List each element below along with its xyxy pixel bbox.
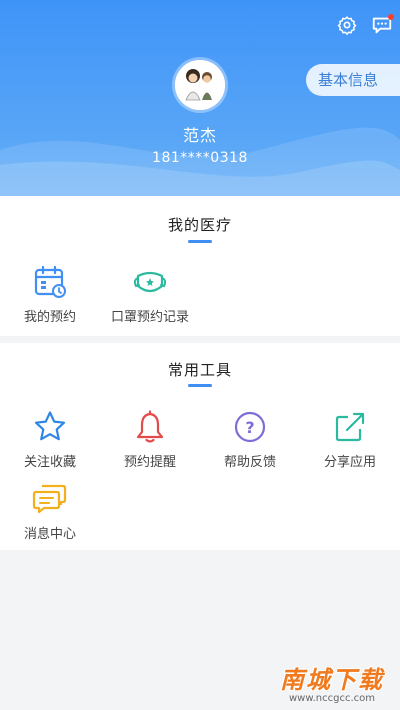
mask-appointment-record-label: 口罩预约记录	[110, 310, 189, 325]
unread-dot	[388, 14, 394, 20]
user-phone: 181****0318	[152, 150, 248, 166]
help-feedback-item[interactable]: ? 帮助反馈	[205, 409, 295, 470]
user-name: 范杰	[182, 126, 217, 145]
watermark: 南城下载 www.nccgcc.com	[272, 660, 392, 704]
watermark-logo: 南城下载	[280, 666, 384, 694]
gear-icon	[337, 16, 357, 35]
section-title-medical: 我的医疗	[167, 216, 232, 234]
message-center-label: 消息中心	[23, 527, 76, 542]
calendar-icon	[34, 265, 66, 298]
basic-info-button[interactable]: 基本信息	[306, 64, 400, 96]
share-icon	[335, 412, 365, 442]
share-app-label: 分享应用	[323, 455, 376, 470]
section-underline	[188, 384, 212, 387]
chat-icon	[32, 484, 67, 514]
favorites-item[interactable]: 关注收藏	[5, 409, 95, 470]
settings-button[interactable]	[334, 12, 360, 38]
star-icon	[34, 411, 66, 441]
share-app-item[interactable]: 分享应用	[305, 409, 395, 470]
my-appointment-label: 我的预约	[23, 310, 76, 325]
favorites-label: 关注收藏	[23, 455, 76, 470]
watermark-url: www.nccgcc.com	[288, 693, 375, 704]
section-title-tools: 常用工具	[167, 361, 232, 379]
help-icon: ?	[234, 411, 266, 443]
appointment-reminder-label: 预约提醒	[123, 455, 176, 470]
my-appointment-item[interactable]: 我的预约	[5, 264, 95, 325]
common-tools-section: 常用工具 关注收藏 预约提醒 ? 帮助反馈 分享应用 消息中心	[0, 343, 400, 550]
my-medical-section: 我的医疗 我的预约 口罩预约记录	[0, 196, 400, 336]
svg-text:?: ?	[245, 418, 254, 437]
mask-icon	[133, 271, 167, 293]
profile-header: 范杰 181****0318 基本信息	[0, 0, 400, 200]
help-feedback-label: 帮助反馈	[223, 455, 276, 470]
messages-button[interactable]	[369, 12, 395, 38]
avatar-image	[175, 60, 225, 110]
avatar[interactable]	[175, 60, 225, 110]
appointment-reminder-item[interactable]: 预约提醒	[105, 409, 195, 470]
message-center-item[interactable]: 消息中心	[5, 481, 95, 542]
section-underline	[188, 240, 212, 243]
bell-icon	[136, 410, 164, 443]
mask-appointment-record-item[interactable]: 口罩预约记录	[105, 264, 195, 325]
